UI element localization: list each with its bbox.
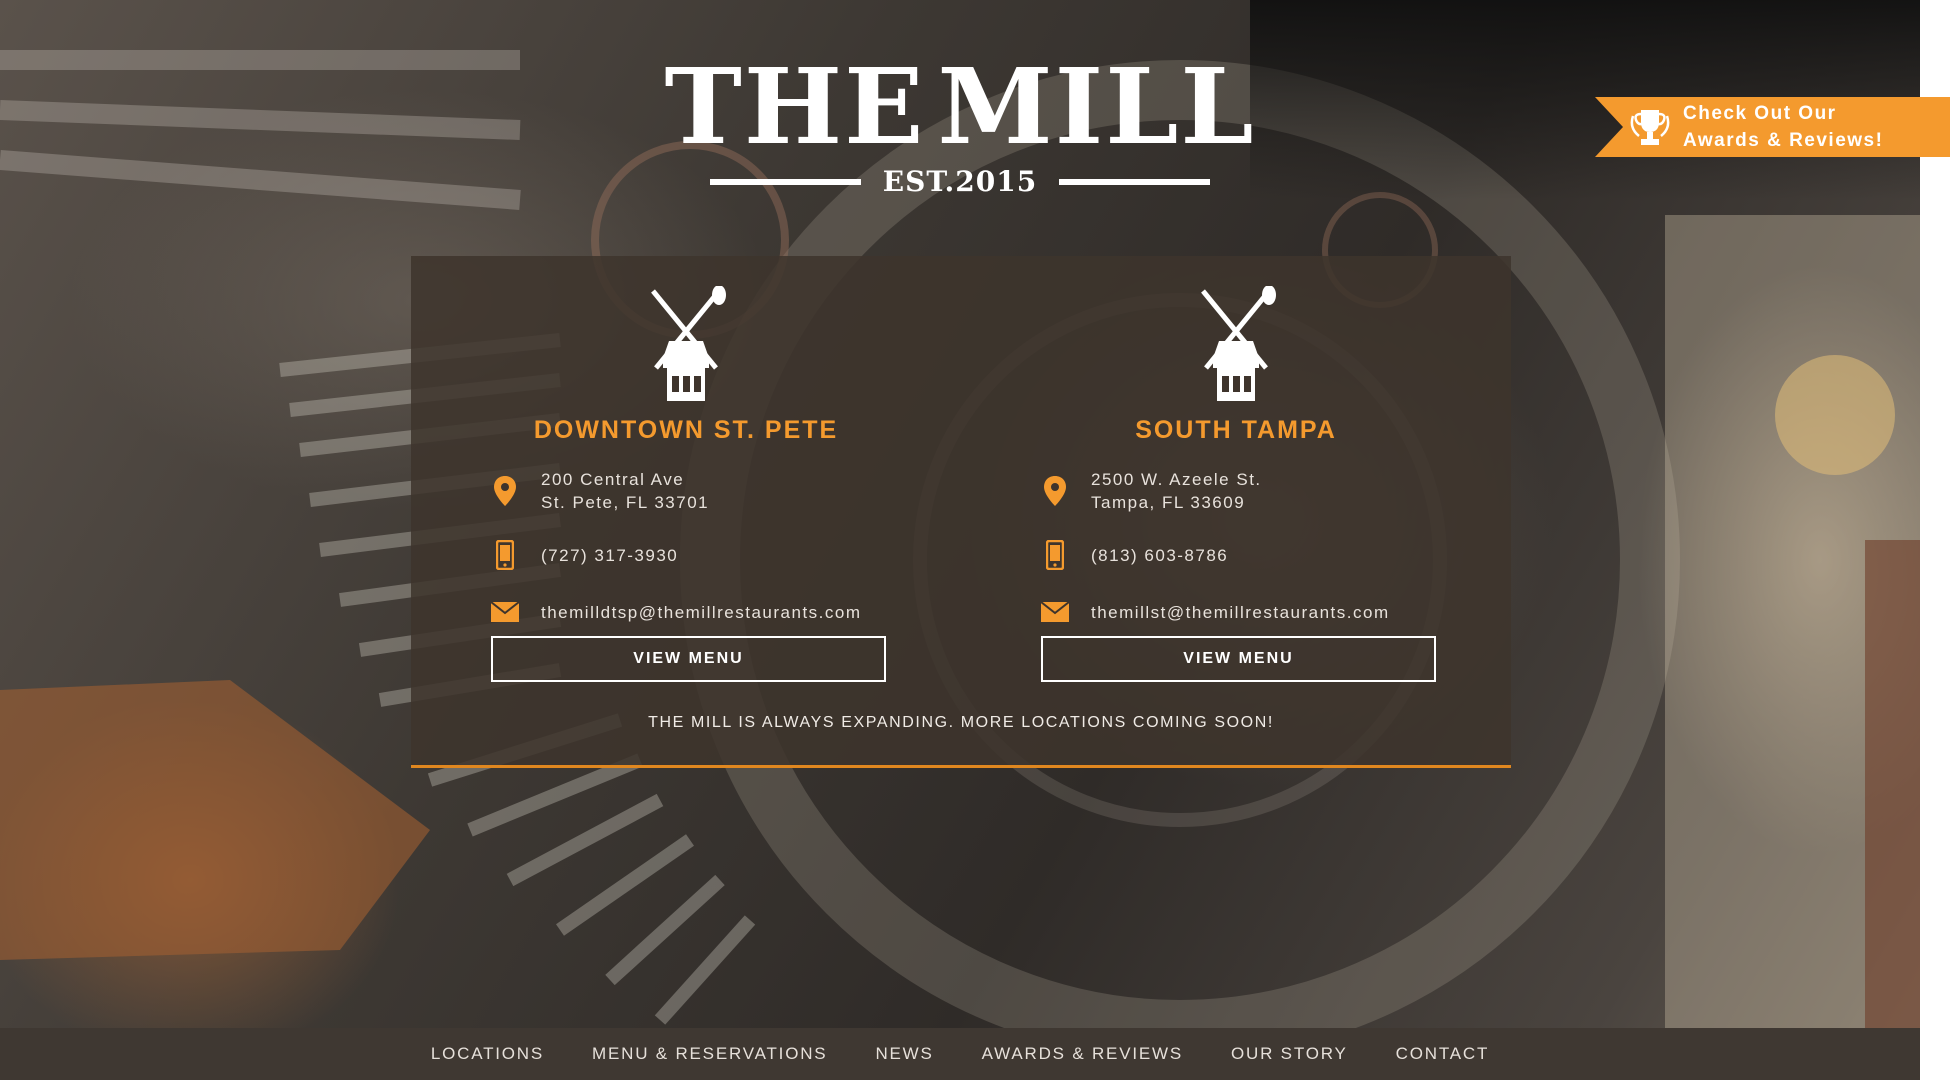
address-line-1: 200 Central Ave xyxy=(541,470,685,489)
locations-panel: DOWNTOWN ST. PETE 200 Central Ave St. Pe… xyxy=(411,256,1511,768)
windmill-logo-icon xyxy=(651,286,726,401)
nav-link-contact[interactable]: CONTACT xyxy=(1396,1044,1490,1064)
mobile-phone-icon xyxy=(1041,539,1069,571)
address-row: 2500 W. Azeele St. Tampa, FL 33609 xyxy=(1041,468,1262,514)
email-row: themillst@themillrestaurants.com xyxy=(1041,596,1390,628)
address-line-2: St. Pete, FL 33701 xyxy=(541,493,710,512)
map-pin-icon xyxy=(491,475,519,507)
awards-line-2: Awards & Reviews! xyxy=(1683,130,1884,151)
page-edge xyxy=(1920,0,1950,1080)
address-row: 200 Central Ave St. Pete, FL 33701 xyxy=(491,468,709,514)
logo-established: EST.2015 xyxy=(882,165,1038,198)
location-name: DOWNTOWN ST. PETE xyxy=(533,416,839,444)
nav-link-menu-reservations[interactable]: MENU & RESERVATIONS xyxy=(592,1044,827,1064)
envelope-icon xyxy=(1041,596,1069,628)
awards-line-1: Check Out Our xyxy=(1683,103,1837,124)
email-row: themilldtsp@themillrestaurants.com xyxy=(491,596,862,628)
nav-link-our-story[interactable]: OUR STORY xyxy=(1231,1044,1348,1064)
expansion-notice: THE MILL IS ALWAYS EXPANDING. MORE LOCAT… xyxy=(648,714,1274,731)
phone-row: (813) 603-8786 xyxy=(1041,539,1228,571)
map-pin-icon xyxy=(1041,475,1069,507)
view-menu-button[interactable]: VIEW MENU xyxy=(491,636,886,682)
address-line-1: 2500 W. Azeele St. xyxy=(1091,470,1262,489)
envelope-icon xyxy=(491,596,519,628)
address-text[interactable]: 200 Central Ave St. Pete, FL 33701 xyxy=(541,468,709,514)
logo-rule-left xyxy=(710,178,861,185)
email-link[interactable]: themillst@themillrestaurants.com xyxy=(1091,601,1390,624)
footer-nav: LOCATIONS MENU & RESERVATIONS NEWS AWARD… xyxy=(0,1028,1920,1080)
location-name: SOUTH TAMPA xyxy=(1135,416,1337,444)
brand-logo[interactable]: THE MILL EST.2015 xyxy=(665,55,1254,205)
phone-link[interactable]: (813) 603-8786 xyxy=(1091,544,1228,567)
address-text[interactable]: 2500 W. Azeele St. Tampa, FL 33609 xyxy=(1091,468,1262,514)
nav-link-news[interactable]: NEWS xyxy=(875,1044,933,1064)
logo-rule-right xyxy=(1059,178,1210,185)
logo-word-the: THE xyxy=(664,45,926,168)
mobile-phone-icon xyxy=(491,539,519,571)
nav-link-locations[interactable]: LOCATIONS xyxy=(431,1044,544,1064)
location-card-south-tampa: SOUTH TAMPA 2500 W. Azeele St. Tampa, FL… xyxy=(961,256,1511,696)
nav-link-awards-reviews[interactable]: AWARDS & REVIEWS xyxy=(982,1044,1183,1064)
location-card-downtown-st-pete: DOWNTOWN ST. PETE 200 Central Ave St. Pe… xyxy=(411,256,961,696)
windmill-logo-icon xyxy=(1201,286,1276,401)
view-menu-button[interactable]: VIEW MENU xyxy=(1041,636,1436,682)
awards-reviews-banner[interactable]: Check Out Our Awards & Reviews! xyxy=(1595,97,1950,157)
email-link[interactable]: themilldtsp@themillrestaurants.com xyxy=(541,601,862,624)
trophy-icon xyxy=(1630,110,1670,145)
phone-row: (727) 317-3930 xyxy=(491,539,678,571)
phone-link[interactable]: (727) 317-3930 xyxy=(541,544,678,567)
logo-word-mill: MILL xyxy=(937,45,1256,168)
address-line-2: Tampa, FL 33609 xyxy=(1091,493,1246,512)
